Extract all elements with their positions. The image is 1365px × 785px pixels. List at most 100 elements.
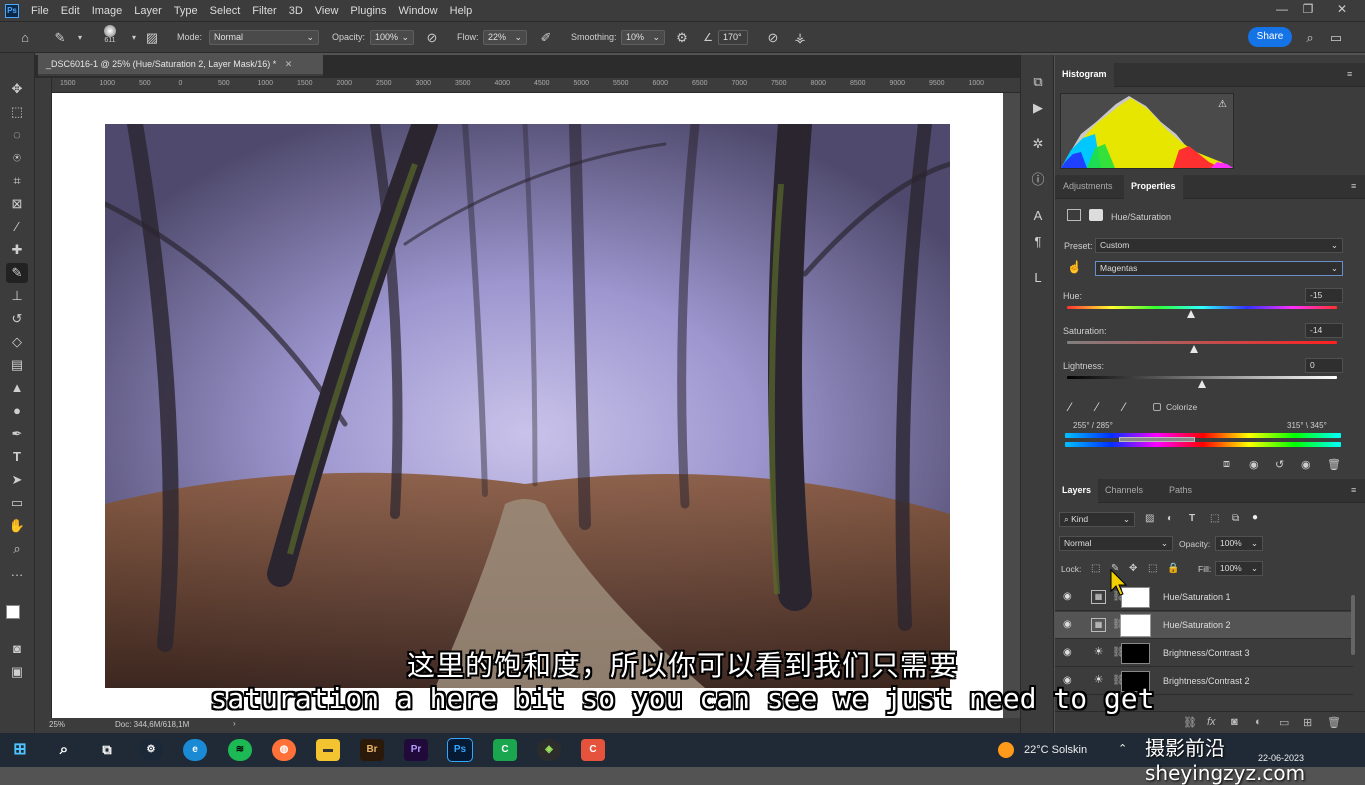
blur-tool-icon[interactable]: ▲ <box>6 378 28 398</box>
layer-row[interactable]: ◉ ▦ ⛓ Hue/Saturation 1 <box>1055 584 1353 611</box>
targeted-adjustment-hand-icon[interactable]: ☝ <box>1067 260 1082 274</box>
premiere-icon[interactable]: Pr <box>404 739 428 761</box>
layer-name[interactable]: Hue/Saturation 1 <box>1163 592 1231 602</box>
lightness-slider-track[interactable] <box>1067 376 1337 379</box>
zoom-tool-icon[interactable]: ⌕ <box>6 539 28 559</box>
weather-text[interactable]: 22°C Solskin <box>1024 744 1087 756</box>
tab-properties[interactable]: Properties <box>1124 175 1183 199</box>
history-brush-tool-icon[interactable]: ↺ <box>6 309 28 329</box>
blend-mode-select[interactable]: Normal ⌄ <box>1059 536 1173 551</box>
chevron-down-icon[interactable]: ▾ <box>126 30 142 46</box>
lock-transparent-icon[interactable]: ⬚ <box>1091 563 1100 574</box>
symmetry-icon[interactable]: ⚶ <box>792 30 808 46</box>
menu-layer[interactable]: Layer <box>128 5 168 17</box>
filter-type-icon[interactable]: T <box>1189 513 1195 524</box>
color-range-bar-bottom[interactable] <box>1065 442 1341 447</box>
pen-tool-icon[interactable]: ✒ <box>6 424 28 444</box>
eyedropper-plus-icon[interactable]: ⁄ <box>1096 400 1098 414</box>
panel-menu-icon[interactable]: ≡ <box>1351 485 1356 495</box>
chevron-down-icon[interactable]: ▾ <box>72 30 88 46</box>
file-explorer-icon[interactable]: ▬ <box>316 739 340 761</box>
flow-field[interactable]: 22% ⌄ <box>483 30 527 45</box>
lock-all-icon[interactable]: 🔒 <box>1167 563 1179 574</box>
panel-menu-icon[interactable]: ≡ <box>1351 181 1356 191</box>
search-icon[interactable]: ⌕ <box>52 739 76 761</box>
new-adjustment-icon[interactable]: ◐ <box>1255 716 1262 728</box>
eye-icon[interactable]: ◉ <box>1063 619 1072 630</box>
gear-icon[interactable]: ⚙ <box>674 30 690 46</box>
photoshop-icon[interactable]: Ps <box>447 738 473 762</box>
windows-start-icon[interactable]: ⊞ <box>8 739 32 761</box>
preset-select[interactable]: Custom ⌄ <box>1095 238 1343 253</box>
dodge-tool-icon[interactable]: ● <box>6 401 28 421</box>
brush-tip-preview[interactable]: 611 <box>100 25 120 44</box>
tab-histogram[interactable]: Histogram <box>1055 63 1114 87</box>
eyedropper-minus-icon[interactable]: ⁄ <box>1123 400 1125 414</box>
menu-select[interactable]: Select <box>204 5 247 17</box>
channel-select[interactable]: Magentas ⌄ <box>1095 261 1343 276</box>
filter-adjustment-icon[interactable]: ◐ <box>1167 513 1173 524</box>
move-tool-icon[interactable]: ✥ <box>6 79 28 99</box>
lightness-slider-thumb[interactable] <box>1198 380 1206 388</box>
steam-icon[interactable]: ⚙ <box>139 739 163 761</box>
reset-icon[interactable]: ↺ <box>1275 458 1284 471</box>
panel-menu-icon[interactable]: ≡ <box>1347 69 1352 79</box>
filter-pixel-icon[interactable]: ▨ <box>1145 513 1154 524</box>
info-panel-icon[interactable]: ⓘ <box>1029 171 1047 189</box>
pressure-size-icon[interactable]: ⊘ <box>765 30 781 46</box>
menu-file[interactable]: File <box>25 5 55 17</box>
workspace-icon[interactable]: ▭ <box>1328 30 1344 46</box>
delete-layer-icon[interactable]: 🗑 <box>1327 716 1341 729</box>
hue-slider-thumb[interactable] <box>1187 310 1196 318</box>
share-button[interactable]: Share <box>1248 27 1292 47</box>
layer-filter-select[interactable]: ⌕ Kind ⌄ <box>1059 512 1135 527</box>
tab-layers[interactable]: Layers <box>1055 479 1099 503</box>
restore-icon[interactable]: ❐ <box>1298 2 1318 18</box>
saturation-slider-track[interactable] <box>1067 341 1337 344</box>
brush-settings-panel-icon[interactable]: ✲ <box>1029 135 1047 153</box>
hue-input[interactable]: -15 <box>1305 288 1343 303</box>
lock-artboard-icon[interactable]: ⬚ <box>1148 563 1157 574</box>
colorize-checkbox[interactable] <box>1153 403 1161 411</box>
eyedropper-tool-icon[interactable]: ⁄ <box>6 217 28 237</box>
layer-row[interactable]: ◉ ▦ ⛓ Hue/Saturation 2 <box>1055 612 1353 639</box>
minimize-icon[interactable]: — <box>1272 2 1292 18</box>
new-group-icon[interactable]: ▭ <box>1279 716 1289 729</box>
airbrush-icon[interactable]: ✐ <box>538 30 554 46</box>
document-info[interactable]: Doc: 344,6M/618,1M <box>115 720 189 729</box>
marquee-tool-icon[interactable]: ⬚ <box>6 102 28 122</box>
brush-tool-icon[interactable]: ✎ <box>6 263 28 283</box>
capcut-icon[interactable]: C <box>581 739 605 761</box>
fill-field[interactable]: 100% ⌄ <box>1215 561 1263 576</box>
menu-view[interactable]: View <box>309 5 345 17</box>
pressure-opacity-icon[interactable]: ⊘ <box>424 30 440 46</box>
gradient-tool-icon[interactable]: ▤ <box>6 355 28 375</box>
eye-icon[interactable]: ◉ <box>1063 591 1072 602</box>
tab-paths[interactable]: Paths <box>1169 485 1192 495</box>
camtasia-icon[interactable]: C <box>493 739 517 761</box>
weather-icon[interactable] <box>998 742 1014 758</box>
layer-mask-thumbnail[interactable] <box>1120 614 1151 637</box>
tab-channels[interactable]: Channels <box>1105 485 1143 495</box>
menu-plugins[interactable]: Plugins <box>344 5 392 17</box>
visibility-icon[interactable]: ◉ <box>1301 458 1311 471</box>
fx-icon[interactable]: fx <box>1207 716 1216 728</box>
lock-position-icon[interactable]: ✥ <box>1129 563 1137 574</box>
glyphs-panel-icon[interactable]: L <box>1029 269 1047 287</box>
edge-icon[interactable]: e <box>183 739 207 761</box>
foreground-color-swatch[interactable] <box>6 605 20 619</box>
filter-smart-object-icon[interactable]: ⧉ <box>1232 513 1239 524</box>
chevron-right-icon[interactable]: › <box>233 719 236 728</box>
menu-3d[interactable]: 3D <box>283 5 309 17</box>
lightness-input[interactable]: 0 <box>1305 358 1343 373</box>
forest-photo[interactable] <box>105 124 950 688</box>
spotify-icon[interactable]: ≋ <box>228 739 252 761</box>
menu-filter[interactable]: Filter <box>246 5 282 17</box>
zoom-level[interactable]: 25% <box>49 720 65 729</box>
link-layers-icon[interactable]: ⛓ <box>1183 716 1197 729</box>
paragraph-panel-icon[interactable]: ¶ <box>1029 233 1047 251</box>
smoothing-field[interactable]: 10% ⌄ <box>621 30 665 45</box>
close-window-icon[interactable]: ✕ <box>1332 2 1352 18</box>
app-icon[interactable]: ◈ <box>537 739 561 761</box>
layer-opacity-field[interactable]: 100% ⌄ <box>1215 536 1263 551</box>
